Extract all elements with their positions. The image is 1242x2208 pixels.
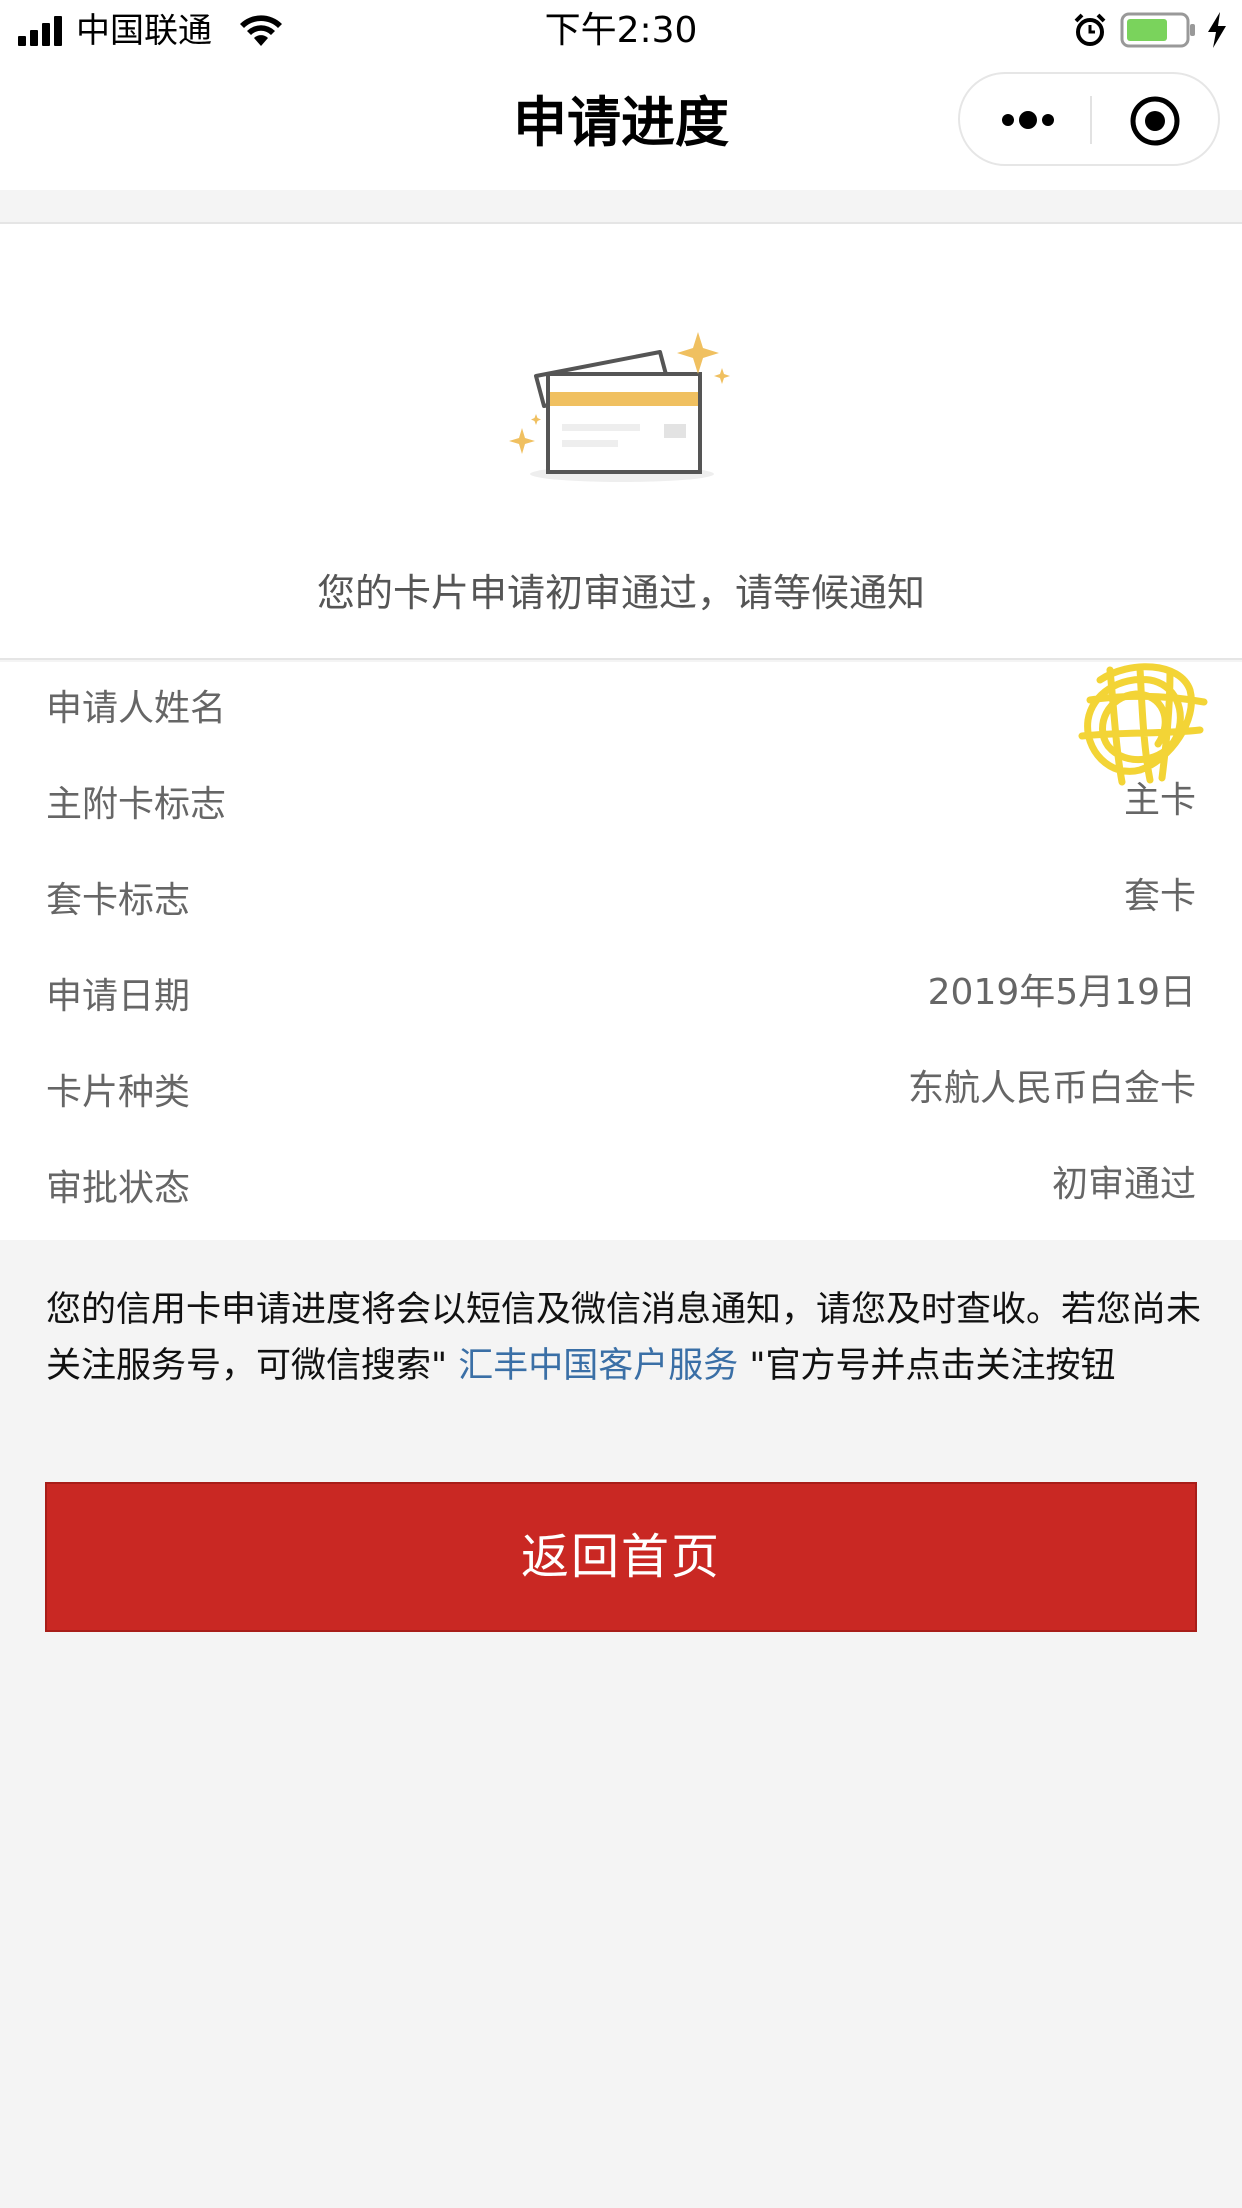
info-label: 申请日期 [46,976,191,1017]
notification-notice: 您的信用卡申请进度将会以短信及微信消息通知，请您及时查收。若您尚未关注服务号，可… [46,1282,1206,1394]
capsule-divider [1090,96,1092,144]
return-home-button[interactable]: 返回首页 [45,1482,1197,1632]
info-label: 主附卡标志 [46,784,227,825]
info-value: 套卡 [1123,876,1196,917]
info-row-approval-status: 审批状态 初审通过 [0,1142,1242,1238]
redaction-scribble [1078,663,1208,786]
info-row-card-flag: 主附卡标志 主卡 [0,758,1242,854]
info-row-card-type: 卡片种类 东航人民币白金卡 [0,1046,1242,1142]
alarm-clock-icon [1074,13,1106,46]
application-info-list: 申请人姓名 主附卡标志 主卡 套卡标志 套卡 申请日期 2019年5月19日 卡… [0,662,1242,1240]
official-account-link[interactable]: 汇丰中国客户服务 [447,1346,749,1386]
info-value: 东航人民币白金卡 [907,1068,1196,1109]
status-hero: 您的卡片申请初审通过，请等候通知 [0,222,1242,660]
info-label: 套卡标志 [46,880,191,921]
close-miniprogram-icon[interactable] [1128,94,1182,148]
charging-bolt-icon [1208,12,1226,48]
info-row-apply-date: 申请日期 2019年5月19日 [0,950,1242,1046]
info-row-applicant-name: 申请人姓名 [0,662,1242,758]
info-label: 审批状态 [46,1168,191,1209]
info-label: 卡片种类 [46,1072,191,1113]
miniprogram-capsule [958,72,1220,166]
credit-card-illustration [509,332,730,482]
nav-bar: 申请进度 [0,62,1242,190]
status-bar: 中国联通 下午2:30 [0,0,1242,62]
clock-time: 下午2:30 [544,10,698,51]
info-value: 初审通过 [1051,1164,1196,1205]
status-message: 您的卡片申请初审通过，请等候通知 [316,571,925,615]
info-value: 2019年5月19日 [927,972,1196,1013]
battery-icon [1120,12,1195,48]
info-row-set-card-flag: 套卡标志 套卡 [0,854,1242,950]
info-label: 申请人姓名 [46,688,227,729]
notice-text-after: "官方号并点击关注按钮 [749,1346,1116,1386]
more-options-icon[interactable] [998,98,1058,142]
